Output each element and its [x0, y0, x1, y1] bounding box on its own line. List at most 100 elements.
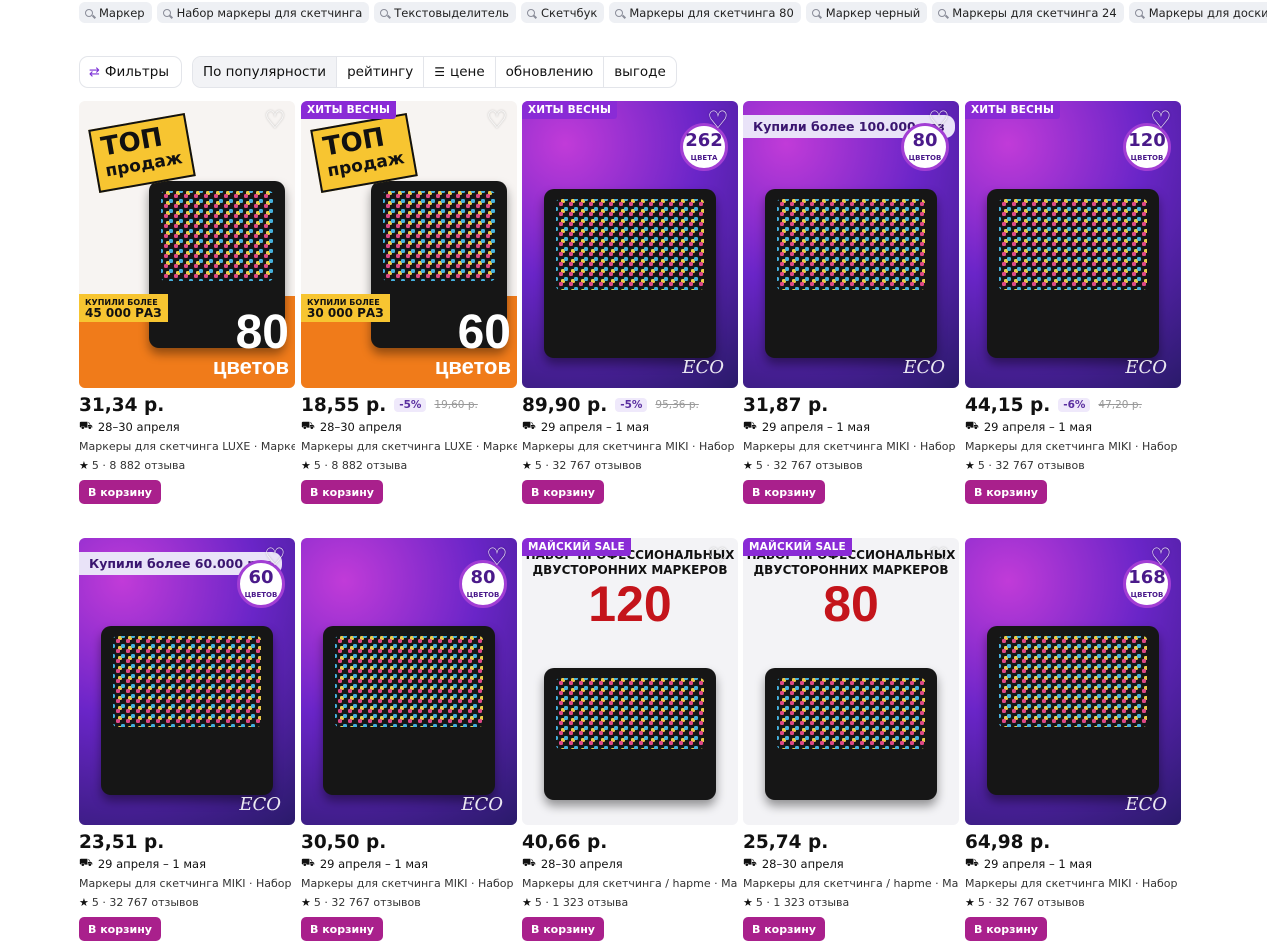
star-icon: ★ — [79, 895, 89, 909]
product-title[interactable]: Маркеры для скетчинга MIKI · Набор мар — [79, 877, 295, 891]
product-card[interactable]: НАБОР ПРОФЕССИОНАЛЬНЫХ ДВУСТОРОННИХ МАРК… — [743, 538, 959, 941]
search-icon — [938, 8, 947, 17]
discount-badge: -5% — [615, 398, 648, 412]
sort-option-updated[interactable]: обновлению — [496, 57, 605, 87]
product-title[interactable]: Маркеры для скетчинга / hapme · Маркер — [743, 877, 959, 891]
sort-option-price[interactable]: ☰ цене — [424, 57, 496, 87]
favorite-heart-icon[interactable]: ♡ — [706, 545, 730, 569]
search-chip[interactable]: Текстовыделитель — [374, 2, 516, 23]
marker-case-image — [323, 626, 495, 795]
discount-badge: -5% — [394, 398, 427, 412]
sort-option-rating[interactable]: рейтингу — [337, 57, 425, 87]
product-card[interactable]: 168 ЦВЕТОВ ECO ♡ 64,98 р. ⛟ 29 апреля – 1 мая М… — [965, 538, 1181, 941]
product-image[interactable]: ТОП продаж КУПИЛИ БОЛЕЕ 45 000 РАЗ 80 цветов ♡ — [79, 101, 295, 388]
product-title[interactable]: Маркеры для скетчинга MIKI · Набор мар — [301, 877, 517, 891]
filters-label: Фильтры — [104, 64, 169, 80]
star-icon: ★ — [522, 458, 532, 472]
product-card[interactable]: 120 ЦВЕТОВ ECO ХИТЫ ВЕСНЫ ♡ 44,15 р. -6% 47,20 … — [965, 101, 1181, 504]
add-to-cart-button[interactable]: В корзину — [965, 917, 1047, 941]
delivery-info: ⛟ 28–30 апреля — [522, 856, 623, 871]
favorite-heart-icon[interactable]: ♡ — [1149, 108, 1173, 132]
add-to-cart-button[interactable]: В корзину — [79, 917, 161, 941]
favorite-heart-icon[interactable]: ♡ — [263, 545, 287, 569]
price-row: 23,51 р. — [79, 831, 295, 853]
product-image[interactable]: Купили более 100.000 раз 80 ЦВЕТОВ ECO ♡ — [743, 101, 959, 388]
price: 31,34 р. — [79, 394, 165, 416]
search-chip[interactable]: Скетчбук — [520, 2, 605, 23]
search-chip[interactable]: Маркер черный — [805, 2, 928, 23]
product-title[interactable]: Маркеры для скетчинга LUXE · Маркеры — [301, 440, 517, 454]
product-title[interactable]: Маркеры для скетчинга MIKI · Набор мар — [522, 440, 738, 454]
add-to-cart-button[interactable]: В корзину — [743, 480, 825, 504]
marker-case-image — [544, 189, 716, 358]
truck-icon: ⛟ — [301, 419, 315, 432]
price-row: 18,55 р. -5% 19,60 р. — [301, 394, 517, 416]
color-count: 60 цветов — [434, 306, 511, 379]
product-image[interactable]: 80 ЦВЕТОВ ECO ♡ — [301, 538, 517, 825]
price: 64,98 р. — [965, 831, 1051, 853]
product-image[interactable]: НАБОР ПРОФЕССИОНАЛЬНЫХ ДВУСТОРОННИХ МАРК… — [743, 538, 959, 825]
favorite-heart-icon[interactable]: ♡ — [485, 108, 509, 132]
add-to-cart-button[interactable]: В корзину — [965, 480, 1047, 504]
product-card[interactable]: ТОП продаж КУПИЛИ БОЛЕЕ 45 000 РАЗ 80 цветов ♡… — [79, 101, 295, 504]
product-card[interactable]: Купили более 100.000 раз 80 ЦВЕТОВ ECO ♡ 31,8… — [743, 101, 959, 504]
product-card[interactable]: Купили более 60.000 раз 60 ЦВЕТОВ ECO ♡ 23,51… — [79, 538, 295, 941]
promo-badge: МАЙСКИЙ SALE — [522, 538, 631, 556]
star-icon: ★ — [301, 458, 311, 472]
search-chip-label: Маркеры для доски — [1148, 5, 1267, 20]
promo-badge: ХИТЫ ВЕСНЫ — [522, 101, 618, 119]
marker-case-image — [765, 189, 937, 358]
promo-badge: МАЙСКИЙ SALE — [743, 538, 852, 556]
product-image[interactable]: 262 ЦВЕТА ECO ХИТЫ ВЕСНЫ ♡ — [522, 101, 738, 388]
delivery-info: ⛟ 29 апреля – 1 мая — [743, 419, 871, 434]
favorite-heart-icon[interactable]: ♡ — [485, 545, 509, 569]
search-chip[interactable]: Маркер — [79, 2, 152, 23]
add-to-cart-button[interactable]: В корзину — [301, 480, 383, 504]
add-to-cart-button[interactable]: В корзину — [301, 917, 383, 941]
favorite-heart-icon[interactable]: ♡ — [927, 545, 951, 569]
price-row: 64,98 р. — [965, 831, 1181, 853]
product-card[interactable]: 262 ЦВЕТА ECO ХИТЫ ВЕСНЫ ♡ 89,90 р. -5% 95,36 р… — [522, 101, 738, 504]
price: 40,66 р. — [522, 831, 608, 853]
product-image[interactable]: ТОП продаж КУПИЛИ БОЛЕЕ 30 000 РАЗ 60 цветов Х… — [301, 101, 517, 388]
search-chip-label: Текстовыделитель — [394, 5, 509, 20]
product-title[interactable]: Маркеры для скетчинга MIKI · Набор мар — [965, 877, 1181, 891]
product-title[interactable]: Маркеры для скетчинга LUXE · Маркеры — [79, 440, 295, 454]
product-image[interactable]: 168 ЦВЕТОВ ECO ♡ — [965, 538, 1181, 825]
product-image[interactable]: Купили более 60.000 раз 60 ЦВЕТОВ ECO ♡ — [79, 538, 295, 825]
favorite-heart-icon[interactable]: ♡ — [263, 108, 287, 132]
eco-logo: ECO — [682, 357, 724, 378]
add-to-cart-button[interactable]: В корзину — [522, 480, 604, 504]
delivery-info: ⛟ 29 апреля – 1 мая — [965, 419, 1093, 434]
add-to-cart-button[interactable]: В корзину — [522, 917, 604, 941]
product-card[interactable]: ТОП продаж КУПИЛИ БОЛЕЕ 30 000 РАЗ 60 цветов Х… — [301, 101, 517, 504]
product-title[interactable]: Маркеры для скетчинга MIKI · Набор мар — [743, 440, 959, 454]
price-row: 25,74 р. — [743, 831, 959, 853]
product-image[interactable]: 120 ЦВЕТОВ ECO ХИТЫ ВЕСНЫ ♡ — [965, 101, 1181, 388]
search-icon — [380, 8, 389, 17]
product-card[interactable]: НАБОР ПРОФЕССИОНАЛЬНЫХ ДВУСТОРОННИХ МАРК… — [522, 538, 738, 941]
price-row: 31,87 р. — [743, 394, 959, 416]
old-price: 19,60 р. — [434, 399, 478, 411]
search-chip[interactable]: Набор маркеры для скетчинга — [156, 2, 370, 23]
favorite-heart-icon[interactable]: ♡ — [706, 108, 730, 132]
favorite-heart-icon[interactable]: ♡ — [1149, 545, 1173, 569]
add-to-cart-button[interactable]: В корзину — [79, 480, 161, 504]
product-card[interactable]: 80 ЦВЕТОВ ECO ♡ 30,50 р. ⛟ 29 апреля – 1 мая Ма… — [301, 538, 517, 941]
favorite-heart-icon[interactable]: ♡ — [927, 108, 951, 132]
marker-case-image — [987, 626, 1159, 795]
search-chip[interactable]: Маркеры для доски — [1128, 2, 1267, 23]
sort-option-popularity[interactable]: По популярности — [192, 57, 338, 87]
truck-icon: ⛟ — [79, 856, 93, 869]
price: 23,51 р. — [79, 831, 165, 853]
search-chip[interactable]: Маркеры для скетчинга 24 — [932, 2, 1124, 23]
filters-button[interactable]: ⇄ Фильтры — [79, 56, 182, 88]
product-title[interactable]: Маркеры для скетчинга / hapme · Маркер — [522, 877, 738, 891]
search-chip[interactable]: Маркеры для скетчинга 80 — [609, 2, 801, 23]
add-to-cart-button[interactable]: В корзину — [743, 917, 825, 941]
sort-option-benefit[interactable]: выгоде — [604, 57, 676, 87]
price: 30,50 р. — [301, 831, 387, 853]
rating: ★ 5 · 8 882 отзыва — [301, 458, 408, 472]
product-image[interactable]: НАБОР ПРОФЕССИОНАЛЬНЫХ ДВУСТОРОННИХ МАРК… — [522, 538, 738, 825]
product-title[interactable]: Маркеры для скетчинга MIKI · Набор мар — [965, 440, 1181, 454]
